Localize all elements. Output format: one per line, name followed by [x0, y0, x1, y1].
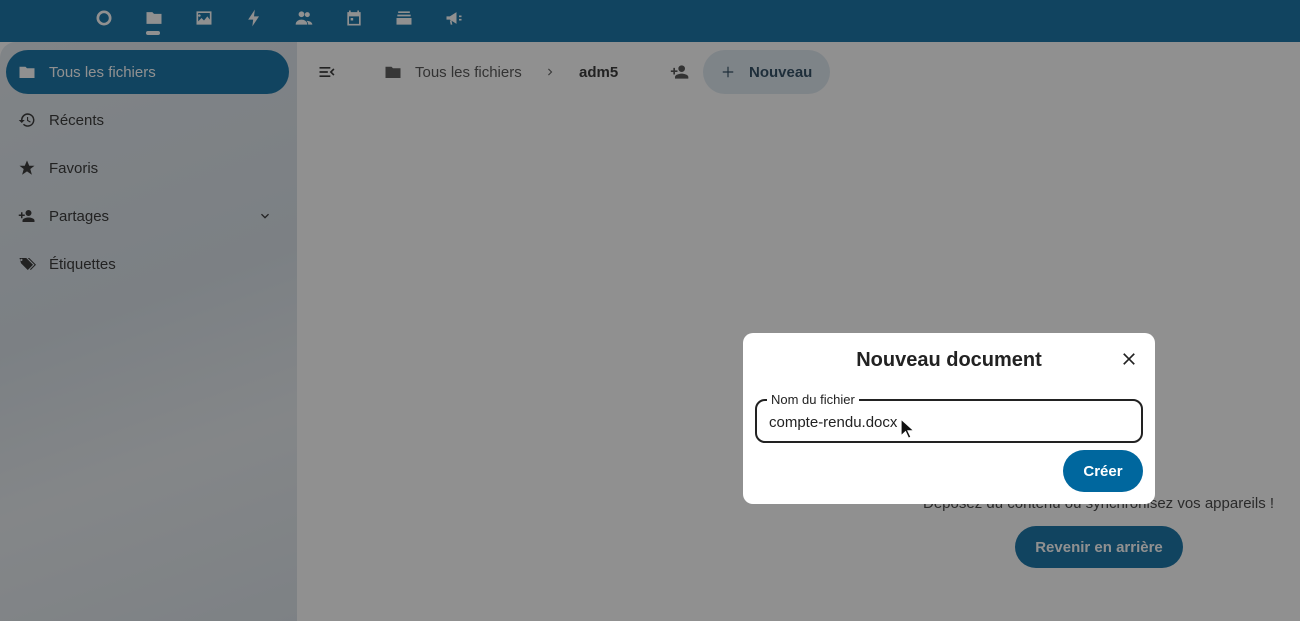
filename-label: Nom du fichier: [767, 392, 859, 408]
new-document-dialog: Nouveau document Nom du fichier Créer: [743, 333, 1155, 504]
create-button[interactable]: Créer: [1063, 450, 1143, 492]
filename-input[interactable]: [769, 411, 1129, 433]
modal-overlay[interactable]: [0, 0, 1300, 621]
dialog-title: Nouveau document: [856, 349, 1042, 371]
close-icon[interactable]: [1119, 349, 1139, 369]
mouse-cursor-icon: [900, 417, 918, 440]
filename-field: Nom du fichier: [755, 392, 1143, 443]
